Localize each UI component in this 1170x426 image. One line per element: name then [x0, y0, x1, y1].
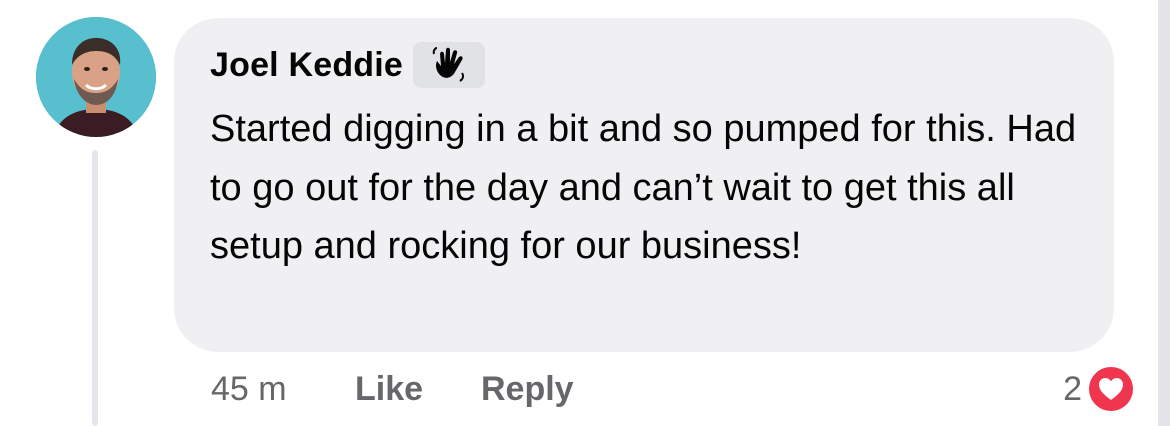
- heart-icon: [1089, 367, 1133, 411]
- reply-thread-line: [92, 150, 98, 426]
- comment-text: Started digging in a bit and so pumped f…: [210, 108, 1077, 267]
- author-name[interactable]: Joel Keddie: [210, 46, 403, 85]
- comment-header: Joel Keddie: [210, 42, 486, 88]
- reaction-summary[interactable]: 2: [1063, 363, 1136, 415]
- avatar[interactable]: [36, 17, 156, 137]
- comment-timestamp[interactable]: 45 m: [211, 370, 355, 409]
- waving-hand-icon[interactable]: [413, 42, 486, 88]
- reaction-count: 2: [1063, 369, 1082, 408]
- comment-bubble[interactable]: Joel Keddie Started digging in a bit and…: [174, 18, 1114, 352]
- comment-actions: 45 m Like Reply: [211, 366, 574, 412]
- reply-button[interactable]: Reply: [481, 370, 574, 409]
- like-button[interactable]: Like: [355, 370, 481, 409]
- heart-reaction: [1086, 364, 1136, 414]
- scrollbar-track: [1158, 0, 1170, 426]
